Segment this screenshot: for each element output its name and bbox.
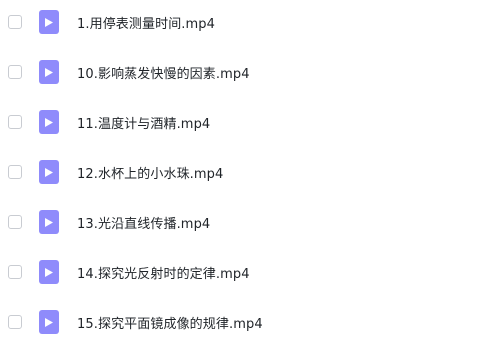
checkbox[interactable] bbox=[8, 115, 22, 129]
file-name[interactable]: 14.探究光反射时的定律.mp4 bbox=[77, 263, 250, 282]
video-file-icon bbox=[39, 260, 59, 284]
list-item[interactable]: 15.探究平面镜成像的规律.mp4 bbox=[0, 302, 487, 342]
video-file-icon bbox=[39, 310, 59, 334]
checkbox[interactable] bbox=[8, 65, 22, 79]
list-item[interactable]: 11.温度计与酒精.mp4 bbox=[0, 102, 487, 142]
video-file-icon bbox=[39, 10, 59, 34]
checkbox[interactable] bbox=[8, 15, 22, 29]
list-item[interactable]: 14.探究光反射时的定律.mp4 bbox=[0, 252, 487, 292]
file-name[interactable]: 15.探究平面镜成像的规律.mp4 bbox=[77, 313, 263, 332]
list-item[interactable]: 13.光沿直线传播.mp4 bbox=[0, 202, 487, 242]
file-name[interactable]: 12.水杯上的小水珠.mp4 bbox=[77, 163, 223, 182]
list-item[interactable]: 1.用停表测量时间.mp4 bbox=[0, 2, 487, 42]
list-item[interactable]: 10.影响蒸发快慢的因素.mp4 bbox=[0, 52, 487, 92]
file-name[interactable]: 13.光沿直线传播.mp4 bbox=[77, 213, 210, 232]
file-name[interactable]: 1.用停表测量时间.mp4 bbox=[77, 13, 215, 32]
list-item[interactable]: 12.水杯上的小水珠.mp4 bbox=[0, 152, 487, 192]
video-file-icon bbox=[39, 110, 59, 134]
file-name[interactable]: 10.影响蒸发快慢的因素.mp4 bbox=[77, 63, 250, 82]
checkbox[interactable] bbox=[8, 265, 22, 279]
checkbox[interactable] bbox=[8, 215, 22, 229]
video-file-icon bbox=[39, 210, 59, 234]
video-file-icon bbox=[39, 160, 59, 184]
file-name[interactable]: 11.温度计与酒精.mp4 bbox=[77, 113, 210, 132]
checkbox[interactable] bbox=[8, 165, 22, 179]
file-list: 1.用停表测量时间.mp4 10.影响蒸发快慢的因素.mp4 11.温度计与酒精… bbox=[0, 0, 487, 334]
video-file-icon bbox=[39, 60, 59, 84]
